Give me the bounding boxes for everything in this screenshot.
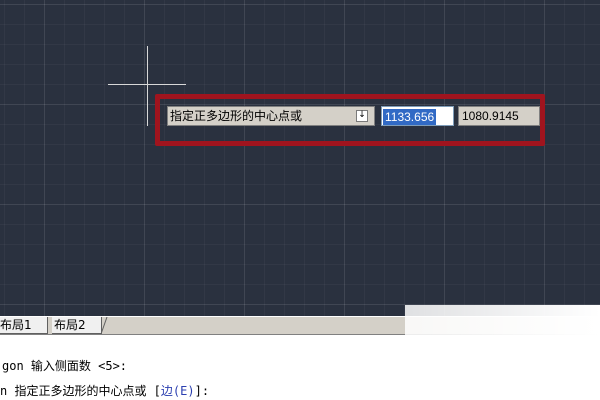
- drawing-canvas[interactable]: 指定正多边形的中心点或 ↓ 1133.656 1080.9145: [0, 0, 600, 316]
- crosshair-vertical: [147, 46, 148, 126]
- x-coordinate-input[interactable]: 1133.656: [381, 106, 454, 126]
- tab-layout1[interactable]: 布局1: [0, 317, 48, 334]
- command-prompt-end: ]:: [194, 384, 210, 398]
- y-coordinate-input[interactable]: 1080.9145: [458, 106, 540, 126]
- dynamic-input-prompt: 指定正多边形的中心点或 ↓: [167, 106, 375, 126]
- x-coordinate-value[interactable]: 1133.656: [383, 109, 437, 125]
- command-history-line: gon 输入侧面数 <5>:: [2, 359, 128, 373]
- down-arrow-icon[interactable]: ↓: [356, 110, 368, 122]
- fade-overlay: [405, 305, 600, 400]
- command-option-edge[interactable]: 边(E): [161, 384, 195, 398]
- command-history-line: n 指定正多边形的中心点或 [边(E)]:: [0, 383, 209, 399]
- tab-layout2[interactable]: 布局2: [52, 317, 102, 334]
- command-prompt-text: n 指定正多边形的中心点或 [: [0, 384, 161, 398]
- tab-end-divider: [100, 317, 108, 334]
- prompt-text: 指定正多边形的中心点或: [170, 109, 303, 123]
